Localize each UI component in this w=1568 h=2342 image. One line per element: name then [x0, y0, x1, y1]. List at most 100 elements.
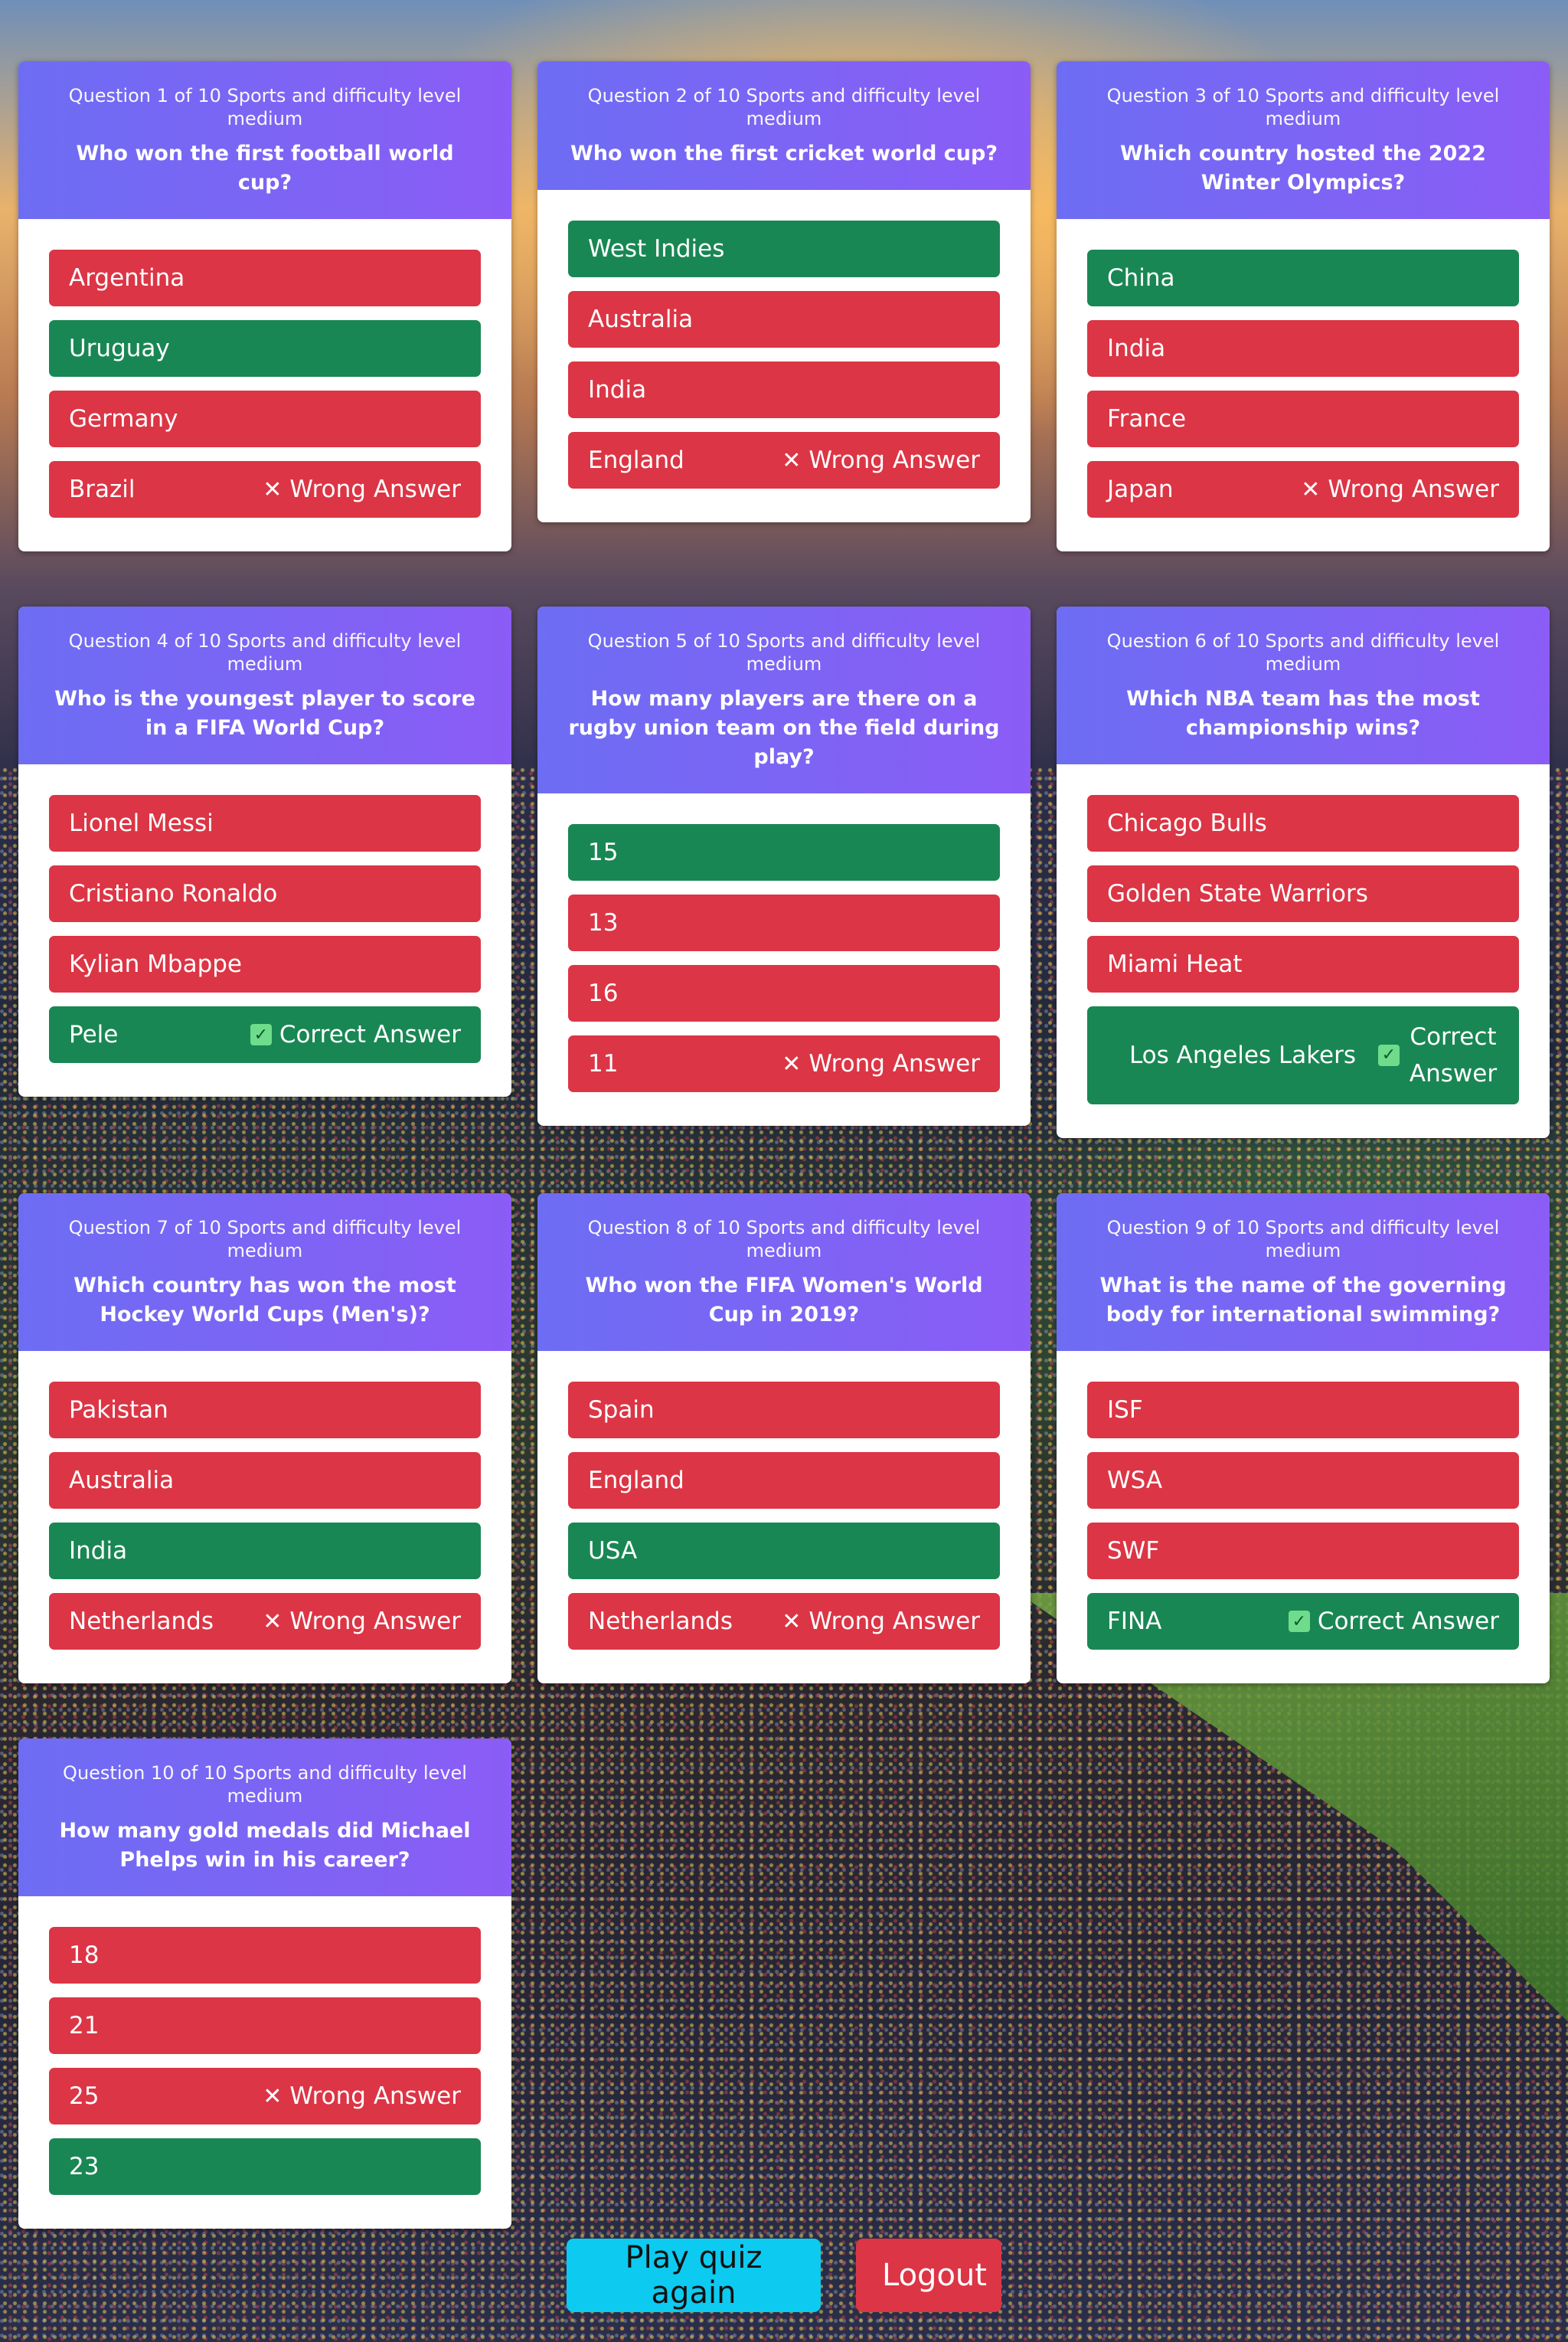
answer-label: India — [69, 1537, 128, 1565]
answer-result: ✓ Correct Answer — [250, 1021, 461, 1048]
question-text: Who is the youngest player to score in a… — [54, 687, 475, 740]
question-text: How many players are there on a rugby un… — [568, 687, 1000, 769]
answer-list: China India France Japan ✕ Wrong Answer — [1057, 219, 1550, 551]
question-meta: Question 8 of 10 Sports and difficulty l… — [587, 1217, 981, 1261]
answer-option[interactable]: Japan ✕ Wrong Answer — [1087, 461, 1519, 518]
question-card: Question 8 of 10 Sports and difficulty l… — [537, 1193, 1031, 1683]
answer-label: England — [588, 446, 684, 474]
answer-option[interactable]: Netherlands ✕ Wrong Answer — [568, 1593, 1000, 1650]
action-buttons: Play quiz again Logout — [0, 2239, 1568, 2312]
answer-option[interactable]: Australia — [49, 1452, 481, 1509]
answer-label: ISF — [1107, 1396, 1143, 1424]
result-text: Correct Answer — [1317, 1608, 1499, 1635]
x-icon: ✕ — [782, 1050, 802, 1078]
answer-option[interactable]: India — [568, 361, 1000, 418]
question-meta: Question 6 of 10 Sports and difficulty l… — [1106, 630, 1500, 675]
answer-label: 15 — [588, 839, 619, 866]
answer-option[interactable]: Lionel Messi — [49, 795, 481, 852]
question-card: Question 9 of 10 Sports and difficulty l… — [1057, 1193, 1550, 1683]
answer-option[interactable]: Brazil ✕ Wrong Answer — [49, 461, 481, 518]
answer-label: Cristiano Ronaldo — [69, 880, 278, 908]
answer-option[interactable]: England ✕ Wrong Answer — [568, 432, 1000, 489]
question-text: Who won the first cricket world cup? — [570, 142, 998, 165]
answer-label: France — [1107, 405, 1187, 433]
question-header: Question 6 of 10 Sports and difficulty l… — [1057, 607, 1550, 764]
answer-result: ✕ Wrong Answer — [1301, 476, 1499, 503]
answer-result: ✓ Correct Answer — [1378, 1019, 1499, 1092]
answer-option[interactable]: Australia — [568, 291, 1000, 348]
answer-option[interactable]: Netherlands ✕ Wrong Answer — [49, 1593, 481, 1650]
answer-option[interactable]: Cristiano Ronaldo — [49, 865, 481, 922]
answer-list: 18 21 25 ✕ Wrong Answer 23 — [18, 1896, 511, 2229]
answer-option[interactable]: Argentina — [49, 250, 481, 306]
question-card: Question 10 of 10 Sports and difficulty … — [18, 1739, 511, 2229]
answer-option[interactable]: France — [1087, 391, 1519, 447]
answer-label: Australia — [69, 1467, 175, 1494]
answer-label: Uruguay — [69, 335, 170, 362]
question-meta: Question 5 of 10 Sports and difficulty l… — [587, 630, 981, 675]
x-icon: ✕ — [263, 1608, 283, 1635]
check-icon: ✓ — [250, 1024, 272, 1045]
answer-option[interactable]: ISF — [1087, 1382, 1519, 1438]
answer-option[interactable]: Germany — [49, 391, 481, 447]
play-again-button[interactable]: Play quiz again — [567, 2239, 821, 2312]
answer-option[interactable]: 13 — [568, 895, 1000, 951]
question-text: Which country has won the most Hockey Wo… — [74, 1274, 456, 1326]
result-text: Correct Answer — [279, 1021, 461, 1048]
question-header: Question 7 of 10 Sports and difficulty l… — [18, 1193, 511, 1351]
answer-result: ✕ Wrong Answer — [263, 1608, 461, 1635]
result-text: Wrong Answer — [289, 476, 461, 503]
question-meta: Question 1 of 10 Sports and difficulty l… — [68, 85, 462, 129]
x-icon: ✕ — [263, 476, 283, 503]
answer-option[interactable]: Pakistan — [49, 1382, 481, 1438]
question-text: Who won the first football world cup? — [76, 142, 454, 195]
x-icon: ✕ — [263, 2082, 283, 2110]
answer-result: ✓ Correct Answer — [1288, 1608, 1499, 1635]
question-grid: Question 1 of 10 Sports and difficulty l… — [18, 61, 1550, 2284]
answer-label: Netherlands — [69, 1608, 214, 1635]
answer-option[interactable]: Uruguay — [49, 320, 481, 377]
answer-list: Spain England USA Netherlands ✕ Wrong Ans… — [537, 1351, 1031, 1683]
answer-option[interactable]: USA — [568, 1523, 1000, 1579]
question-text: How many gold medals did Michael Phelps … — [59, 1819, 471, 1872]
answer-option[interactable]: Chicago Bulls — [1087, 795, 1519, 852]
answer-label: Pakistan — [69, 1396, 168, 1424]
answer-option[interactable]: 21 — [49, 1997, 481, 2054]
answer-list: ISF WSA SWF FINA ✓ Correct Answer — [1057, 1351, 1550, 1683]
answer-option[interactable]: India — [1087, 320, 1519, 377]
question-meta: Question 4 of 10 Sports and difficulty l… — [68, 630, 462, 675]
answer-option[interactable]: 18 — [49, 1927, 481, 1984]
question-card: Question 1 of 10 Sports and difficulty l… — [18, 61, 511, 551]
answer-option[interactable]: Spain — [568, 1382, 1000, 1438]
answer-option[interactable]: China — [1087, 250, 1519, 306]
answer-option[interactable]: India — [49, 1523, 481, 1579]
logout-button[interactable]: Logout — [856, 2239, 1001, 2312]
answer-option[interactable]: 25 ✕ Wrong Answer — [49, 2068, 481, 2124]
answer-option[interactable]: WSA — [1087, 1452, 1519, 1509]
answer-option[interactable]: 15 — [568, 824, 1000, 881]
answer-label: Golden State Warriors — [1107, 880, 1368, 908]
answer-list: Pakistan Australia India Netherlands ✕ Wr… — [18, 1351, 511, 1683]
answer-label: 21 — [69, 2012, 100, 2039]
question-text: Which NBA team has the most championship… — [1126, 687, 1480, 740]
answer-option[interactable]: 16 — [568, 965, 1000, 1022]
question-header: Question 8 of 10 Sports and difficulty l… — [537, 1193, 1031, 1351]
answer-option[interactable]: FINA ✓ Correct Answer — [1087, 1593, 1519, 1650]
question-header: Question 1 of 10 Sports and difficulty l… — [18, 61, 511, 219]
answer-option[interactable]: Golden State Warriors — [1087, 865, 1519, 922]
answer-option[interactable]: Los Angeles Lakers ✓ Correct Answer — [1087, 1006, 1519, 1104]
answer-option[interactable]: 23 — [49, 2138, 481, 2195]
question-text: What is the name of the governing body f… — [1099, 1274, 1507, 1326]
answer-option[interactable]: Kylian Mbappe — [49, 936, 481, 993]
answer-option[interactable]: SWF — [1087, 1523, 1519, 1579]
answer-label: Kylian Mbappe — [69, 950, 242, 978]
answer-option[interactable]: West Indies — [568, 221, 1000, 277]
question-meta: Question 2 of 10 Sports and difficulty l… — [587, 85, 981, 129]
answer-result: ✕ Wrong Answer — [263, 476, 461, 503]
question-meta: Question 7 of 10 Sports and difficulty l… — [68, 1217, 462, 1261]
x-icon: ✕ — [782, 446, 802, 474]
answer-option[interactable]: England — [568, 1452, 1000, 1509]
answer-option[interactable]: Pele ✓ Correct Answer — [49, 1006, 481, 1063]
answer-option[interactable]: Miami Heat — [1087, 936, 1519, 993]
answer-option[interactable]: 11 ✕ Wrong Answer — [568, 1035, 1000, 1092]
